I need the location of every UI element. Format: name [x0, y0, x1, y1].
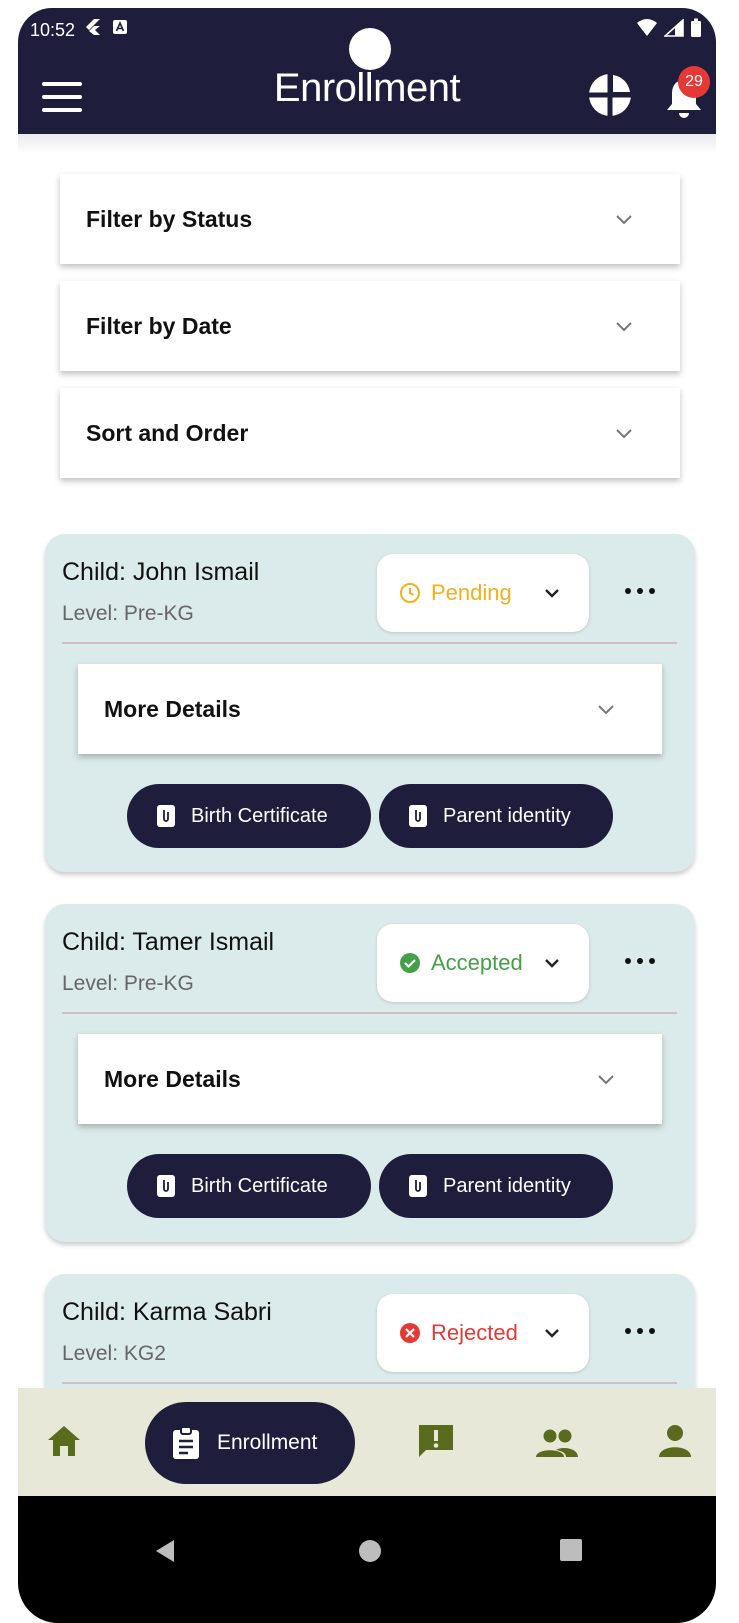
chevron-down-icon: [545, 959, 559, 968]
chevron-down-icon: [598, 1075, 614, 1085]
app-bar: 10:52 Enrollment 29: [18, 8, 716, 134]
chevron-down-icon: [545, 589, 559, 598]
person-icon[interactable]: [658, 1424, 692, 1458]
chevron-down-icon: [616, 215, 632, 225]
sort-order-panel[interactable]: Sort and Order: [60, 388, 680, 478]
status-dropdown[interactable]: Rejected: [377, 1294, 589, 1372]
content-scroll[interactable]: Filter by Status Filter by Date Sort and…: [18, 134, 716, 1394]
notification-a-icon: [113, 20, 127, 34]
flutter-icon: [86, 19, 100, 35]
enrollment-card: Child: Tamer Ismail Level: Pre-KG Accept…: [45, 904, 695, 1242]
more-details-label: More Details: [104, 695, 241, 722]
status-time: 10:52: [30, 20, 76, 40]
nav-enrollment-active[interactable]: Enrollment: [145, 1402, 355, 1484]
chevron-down-icon: [616, 429, 632, 439]
divider: [62, 1012, 677, 1014]
chevron-down-icon: [598, 705, 614, 715]
camera-cutout: [349, 28, 391, 70]
system-navigation-bar: [18, 1496, 716, 1623]
birth-certificate-button[interactable]: Birth Certificate: [127, 1154, 371, 1218]
home-icon[interactable]: [46, 1424, 82, 1458]
attachment-file-icon: [409, 1175, 427, 1197]
filter-status-label: Filter by Status: [86, 205, 253, 232]
parent-identity-button[interactable]: Parent identity: [379, 784, 613, 848]
content-top-shadow: [18, 134, 716, 154]
divider: [62, 1382, 677, 1384]
more-options-icon[interactable]: [625, 584, 655, 598]
more-details-panel[interactable]: More Details: [78, 664, 662, 754]
parent-identity-label: Parent identity: [443, 1174, 571, 1197]
more-options-icon[interactable]: [625, 954, 655, 968]
chevron-down-icon: [545, 1329, 559, 1338]
child-level: Level: KG2: [62, 1342, 166, 1365]
birth-certificate-label: Birth Certificate: [191, 1174, 328, 1197]
nav-enrollment-label: Enrollment: [217, 1431, 318, 1454]
divider: [62, 642, 677, 644]
filter-status-panel[interactable]: Filter by Status: [60, 174, 680, 264]
enrollment-card: Child: Karma Sabri Level: KG2 Rejected: [45, 1274, 695, 1394]
more-options-icon[interactable]: [625, 1324, 655, 1338]
battery-icon: [691, 18, 701, 37]
child-name: Child: John Ismail: [62, 558, 260, 586]
wifi-icon: [637, 19, 657, 36]
notification-badge: 29: [678, 66, 710, 98]
attachment-file-icon: [409, 805, 427, 827]
status-dropdown[interactable]: Accepted: [377, 924, 589, 1002]
child-level: Level: Pre-KG: [62, 602, 194, 625]
status-text: Pending: [431, 580, 512, 605]
more-details-label: More Details: [104, 1065, 241, 1092]
report-icon[interactable]: [416, 1422, 456, 1460]
child-level: Level: Pre-KG: [62, 972, 194, 995]
pie-chart-icon[interactable]: [587, 72, 633, 118]
phone-screen: 10:52 Enrollment 29 Filter by Status Fil…: [18, 8, 716, 1623]
status-dropdown[interactable]: Pending: [377, 554, 589, 632]
filter-date-label: Filter by Date: [86, 312, 232, 339]
bottom-navigation: Enrollment: [18, 1388, 716, 1496]
back-icon[interactable]: [152, 1538, 176, 1564]
status-icons-left: [84, 18, 128, 36]
signal-icon: [664, 19, 684, 37]
status-text: Accepted: [431, 950, 523, 975]
home-circle-icon[interactable]: [357, 1538, 383, 1564]
enrollment-card: Child: John Ismail Level: Pre-KG Pending…: [45, 534, 695, 872]
attachment-file-icon: [157, 1175, 175, 1197]
filter-date-panel[interactable]: Filter by Date: [60, 281, 680, 371]
attachment-file-icon: [157, 805, 175, 827]
birth-certificate-label: Birth Certificate: [191, 804, 328, 827]
parent-identity-button[interactable]: Parent identity: [379, 1154, 613, 1218]
status-text: Rejected: [431, 1320, 518, 1345]
parent-identity-label: Parent identity: [443, 804, 571, 827]
sort-order-label: Sort and Order: [86, 419, 249, 446]
recents-icon[interactable]: [559, 1538, 583, 1562]
people-icon[interactable]: [534, 1428, 580, 1458]
status-icons-right: [636, 18, 702, 38]
check-circle-icon: [400, 953, 420, 973]
child-name: Child: Karma Sabri: [62, 1298, 272, 1326]
birth-certificate-button[interactable]: Birth Certificate: [127, 784, 371, 848]
clock-icon: [400, 583, 420, 603]
clipboard-icon: [173, 1426, 199, 1459]
child-name: Child: Tamer Ismail: [62, 928, 275, 956]
chevron-down-icon: [616, 322, 632, 332]
cancel-circle-icon: [400, 1323, 420, 1343]
more-details-panel[interactable]: More Details: [78, 1034, 662, 1124]
